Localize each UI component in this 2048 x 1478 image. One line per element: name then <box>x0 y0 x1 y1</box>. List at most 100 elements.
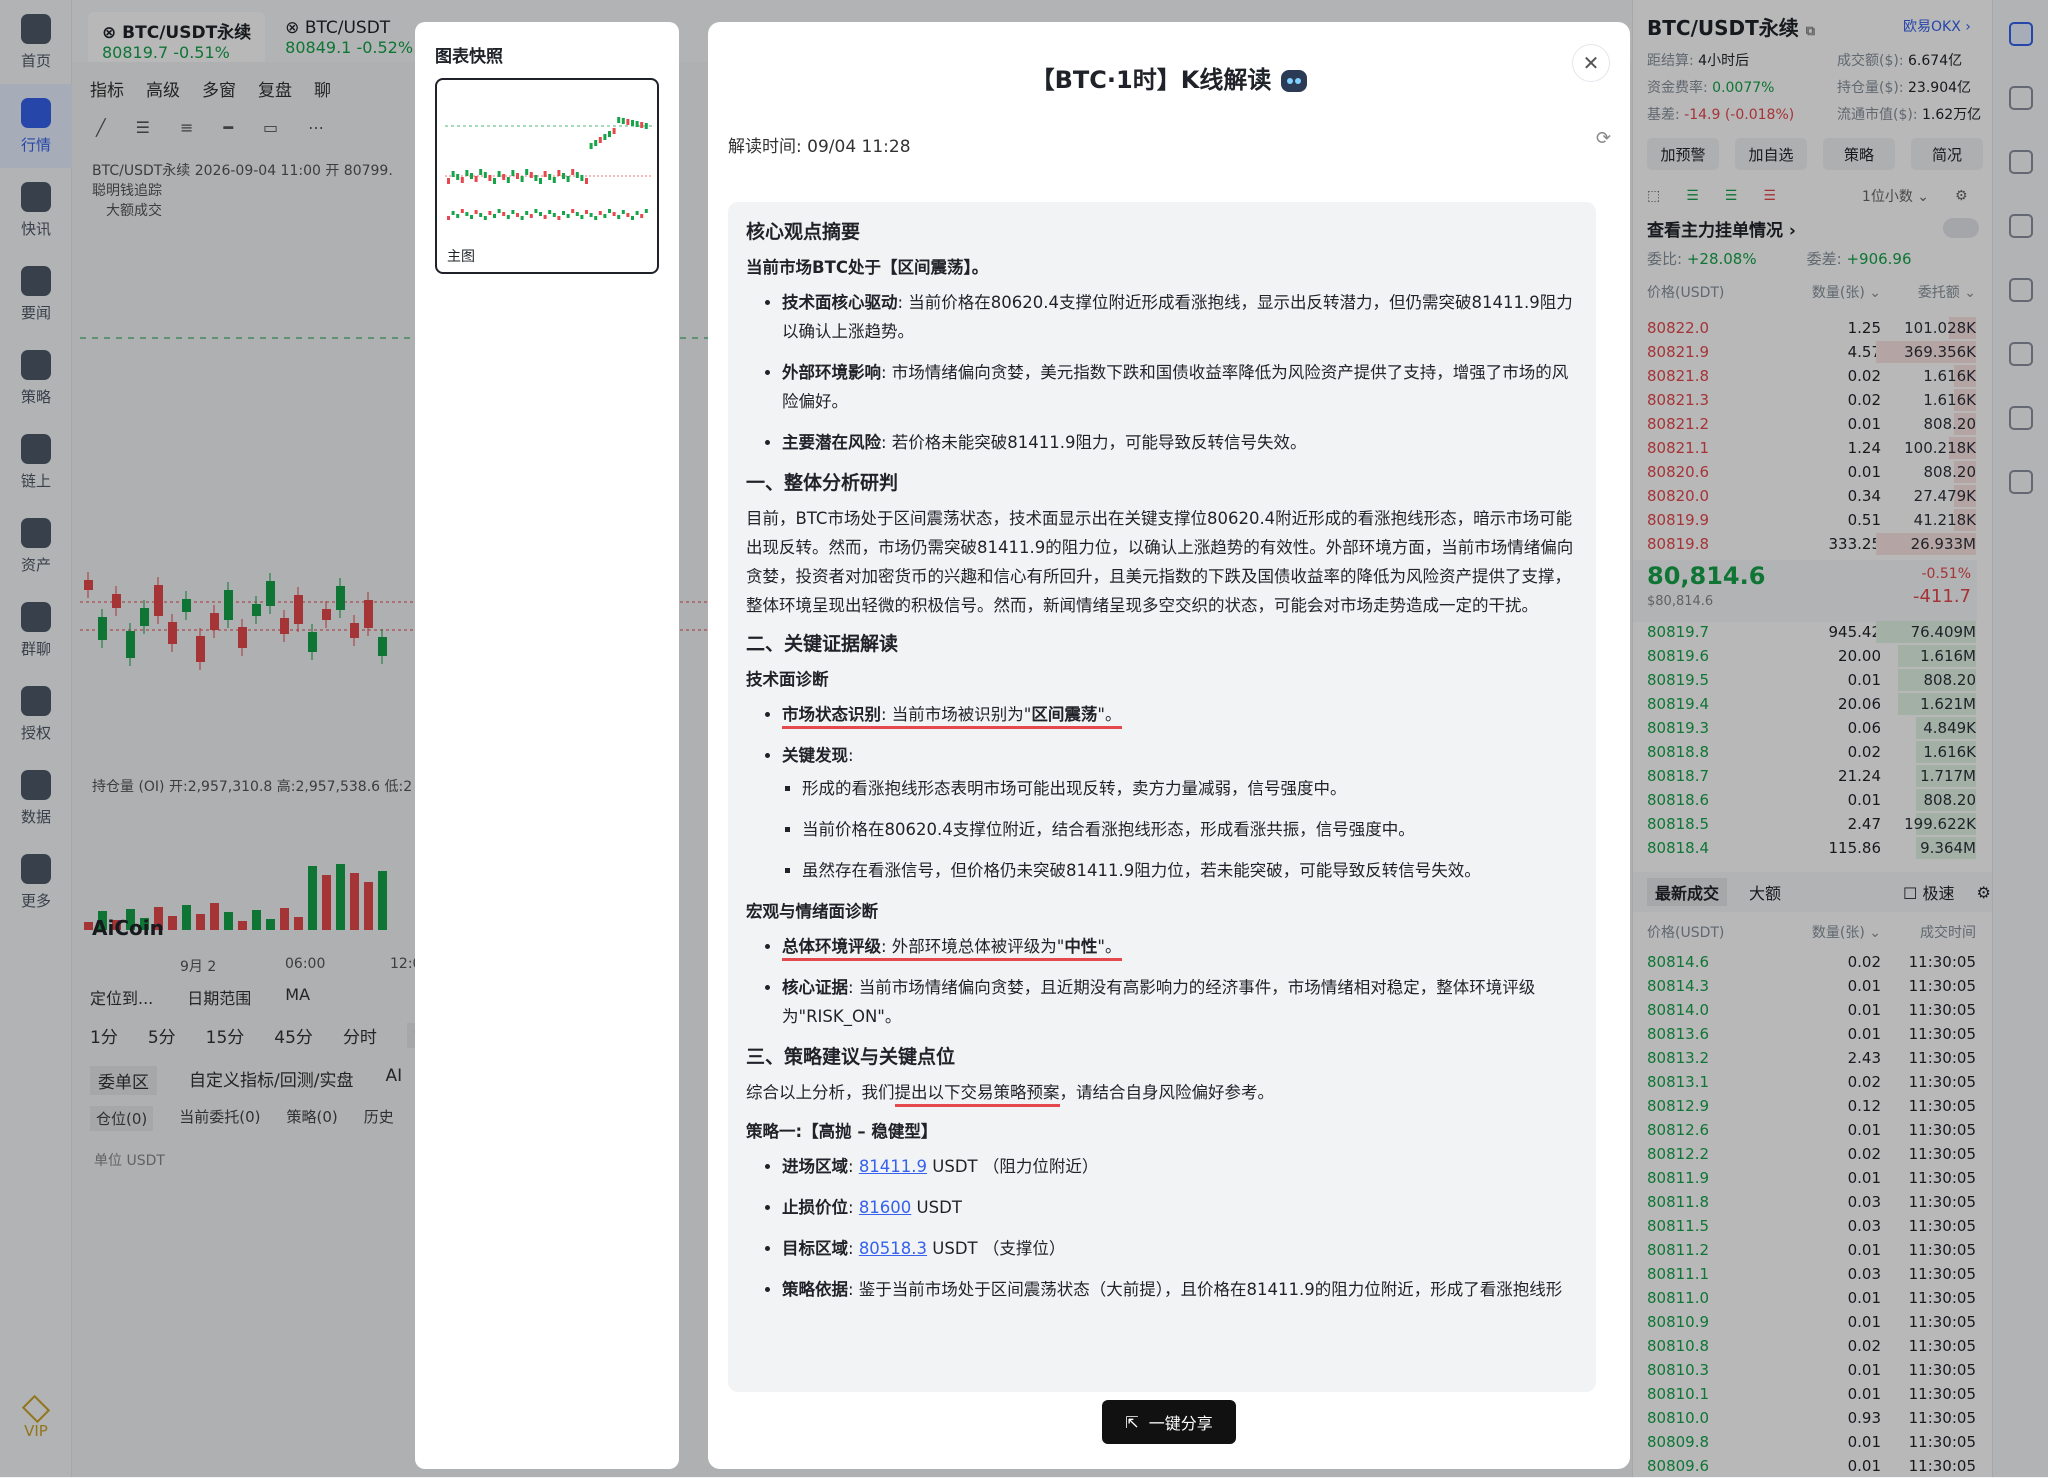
snapshot-candle <box>575 172 579 178</box>
snapshot-oi-bar <box>566 214 570 218</box>
snapshot-oi-bar <box>626 213 630 217</box>
snapshot-candle <box>552 177 556 183</box>
amount-cell: 41.218K <box>1913 511 1976 529</box>
amount-cell: 1.616K <box>1923 391 1976 409</box>
refresh-icon[interactable]: ⟳ <box>1596 128 1611 149</box>
list-item: 总体环境评级: 外部环境总体被评级为"中性"。 <box>782 932 1578 961</box>
snapshot-candle <box>644 123 648 129</box>
amount-cell: 1.616K <box>1923 743 1976 761</box>
list-item: 市场状态识别: 当前市场被识别为"区间震荡"。 <box>782 700 1578 729</box>
snapshot-candle <box>617 117 621 123</box>
kline-analysis-modal: 【BTC·1时】K线解读 ✕ 解读时间: 09/04 11:28 ⟳ 核心观点摘… <box>708 22 1630 1469</box>
snapshot-caption: 主图 <box>447 249 475 265</box>
list-item: 主要潜在风险: 若价格未能突破81411.9阻力，可能导致反转信号失效。 <box>782 428 1578 457</box>
close-icon: ✕ <box>1582 51 1600 75</box>
list-item: 关键发现: 形成的看涨抱线形态表明市场可能出现反转，卖方力量减弱，信号强度中。 … <box>782 741 1578 885</box>
snapshot-candle <box>488 175 492 181</box>
snapshot-oi-bar <box>635 211 639 215</box>
snapshot-oi-bar <box>621 210 625 214</box>
snapshot-candle <box>543 171 547 177</box>
snapshot-candle <box>571 169 575 175</box>
snapshot-candle <box>470 173 473 179</box>
summary-list: 技术面核心驱动: 当前价格在80620.4支撑位附近形成看涨抱线，显示出反转潜力… <box>746 288 1578 457</box>
snapshot-oi-bar <box>493 214 496 218</box>
price-link[interactable]: 80518.3 <box>859 1239 927 1258</box>
snapshot-candle <box>635 121 639 127</box>
amount-cell: 1.621M <box>1920 695 1976 713</box>
snapshot-oi-bar <box>631 216 634 220</box>
chart-snapshot-panel: 图表快照 主图 <box>415 22 679 1469</box>
snapshot-candle <box>548 174 552 180</box>
snapshot-oi-bar <box>529 214 533 218</box>
snapshot-oi-bar <box>479 213 483 217</box>
amount-cell: 76.409M <box>1910 623 1976 641</box>
snapshot-candle <box>631 120 634 126</box>
snapshot-oi-bar <box>589 213 593 217</box>
list-item: 策略依据: 鉴于当前市场处于区间震荡状态（大前提），且价格在81411.9的阻力… <box>782 1275 1578 1304</box>
snapshot-oi-bar <box>571 209 575 213</box>
summary-lead: 当前市场BTC处于【区间震荡】。 <box>746 258 989 277</box>
snapshot-candle <box>608 131 611 137</box>
snapshot-oi-bar <box>575 212 579 216</box>
close-button[interactable]: ✕ <box>1572 44 1610 82</box>
snapshot-candle <box>511 170 515 176</box>
snapshot-candle <box>506 177 510 183</box>
snapshot-candle <box>557 170 561 176</box>
snapshot-oi-bar <box>456 214 460 218</box>
snapshot-oi-bar <box>608 209 611 213</box>
list-item: 技术面核心驱动: 当前价格在80620.4支撑位附近形成看涨抱线，显示出反转潜力… <box>782 288 1578 346</box>
snapshot-oi-bar <box>465 212 469 216</box>
price-link[interactable]: 81411.9 <box>859 1157 927 1176</box>
snapshot-oi-bar <box>451 211 455 215</box>
snapshot-oi-bar <box>612 212 616 216</box>
snapshot-candle <box>640 122 644 128</box>
snapshot-oi-bar <box>557 216 561 220</box>
snapshot-candle <box>447 178 450 184</box>
amount-cell: 26.933M <box>1910 535 1976 553</box>
snapshot-oi-bar <box>534 209 538 213</box>
snapshot-candle <box>520 176 524 182</box>
snapshot-candle <box>539 178 542 184</box>
snapshot-candle <box>594 140 598 146</box>
list-item: 止损价位: 81600 USDT <box>782 1193 1578 1222</box>
section3-text: 综合以上分析，我们提出以下交易策略预案，请结合自身风险偏好参考。 <box>746 1078 1578 1107</box>
list-item: 核心证据: 当前市场情绪偏向贪婪，且近期没有高影响力的经济事件，市场情绪相对稳定… <box>782 973 1578 1031</box>
snapshot-oi-bar <box>502 212 506 216</box>
snapshot-oi-bar <box>488 211 492 215</box>
snapshot-candle <box>502 174 506 180</box>
snapshot-candle <box>589 143 593 149</box>
snapshot-candle <box>516 173 519 179</box>
list-item: 外部环境影响: 市场情绪偏向贪婪，美元指数下跌和国债收益率降低为风险资产提供了支… <box>782 358 1578 416</box>
section1-text: 目前，BTC市场处于区间震荡状态，技术面显示出在关键支撑位80620.4附近形成… <box>746 509 1574 615</box>
amount-cell: 808.20 <box>1923 415 1977 433</box>
snapshot-oi-bar <box>497 209 501 213</box>
amount-cell: 808.20 <box>1923 463 1977 481</box>
snapshot-candle <box>460 177 464 183</box>
strategy1-list: 进场区域: 81411.9 USDT （阻力位附近） 止损价位: 81600 U… <box>746 1152 1578 1304</box>
section3-heading: 三、策略建议与关键点位 <box>746 1046 956 1068</box>
analysis-time: 解读时间: 09/04 11:28 <box>728 137 911 157</box>
section2-heading: 二、关键证据解读 <box>746 633 899 655</box>
snapshot-oi-bar <box>511 210 515 214</box>
snapshot-oi-bar <box>644 209 648 213</box>
summary-heading: 核心观点摘要 <box>746 221 861 243</box>
snapshot-candle <box>497 171 501 177</box>
snapshot-candle <box>580 175 584 181</box>
snapshot-oi-bar <box>539 212 542 216</box>
amount-cell: 369.356K <box>1904 343 1976 361</box>
snapshot-candle <box>483 172 487 178</box>
macro-list: 总体环境评级: 外部环境总体被评级为"中性"。 核心证据: 当前市场情绪偏向贪婪… <box>746 932 1578 1031</box>
snapshot-candle <box>465 170 469 176</box>
snapshot-oi-bar <box>585 210 588 214</box>
ai-robot-icon <box>1281 70 1308 92</box>
snapshot-candle <box>626 119 630 125</box>
tech-list: 市场状态识别: 当前市场被识别为"区间震荡"。 关键发现: 形成的看涨抱线形态表… <box>746 700 1578 885</box>
amount-cell: 199.622K <box>1904 815 1976 833</box>
snapshot-oi-bar <box>447 216 450 220</box>
share-button[interactable]: ⇱ 一键分享 <box>1102 1400 1236 1444</box>
snapshot-title: 图表快照 <box>435 47 503 67</box>
findings-list: 形成的看涨抱线形态表明市场可能出现反转，卖方力量减弱，信号强度中。 当前价格在8… <box>782 774 1578 885</box>
snapshot-oi-bar <box>474 210 478 214</box>
snapshot-card-main[interactable]: 主图 <box>435 78 659 274</box>
price-link[interactable]: 81600 <box>859 1198 912 1217</box>
